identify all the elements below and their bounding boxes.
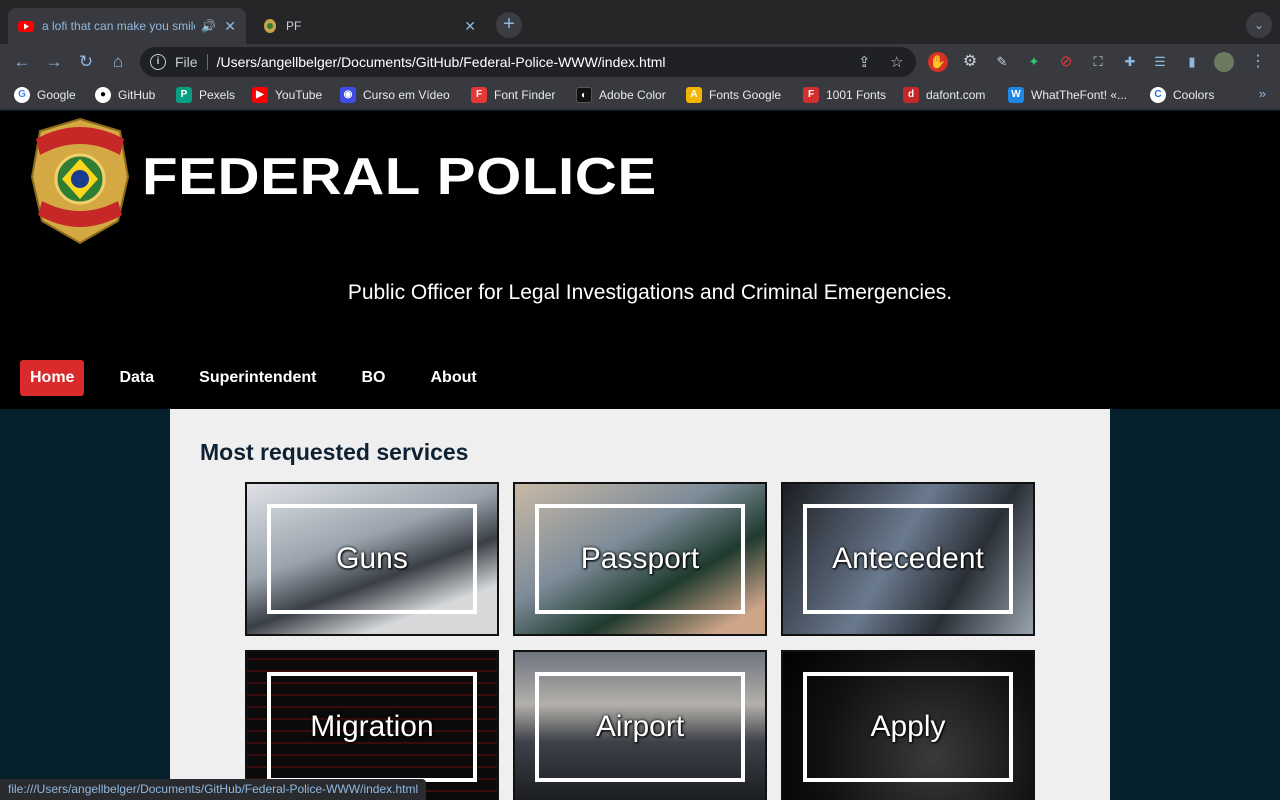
- bookmarks-bar: G Google ● GitHub P Pexels ▶ YouTube ◉ Curso …: [0, 80, 1280, 110]
- bookmark-fonts-google[interactable]: A Fonts Google: [686, 86, 781, 104]
- bookmark-label: YouTube: [275, 88, 323, 102]
- blocker-extension-icon[interactable]: ⊘: [1056, 52, 1076, 72]
- youtube-icon: ▶: [252, 87, 268, 103]
- url-scheme: File: [175, 54, 208, 70]
- github-icon: ●: [95, 87, 111, 103]
- main-nav: Home Data Superintendent BO About: [20, 360, 512, 396]
- more-bookmarks-icon[interactable]: »: [1259, 86, 1266, 101]
- bookmark-font-finder[interactable]: F Font Finder: [471, 86, 555, 104]
- share-icon[interactable]: ⇪: [858, 53, 871, 71]
- reload-icon[interactable]: ↻: [74, 50, 98, 74]
- service-card-guns[interactable]: Guns: [245, 482, 499, 636]
- bookmark-label: Font Finder: [494, 88, 556, 102]
- bookmark-adobe-color[interactable]: ◐ Adobe Color: [576, 86, 666, 104]
- web-page: FEDERAL POLICE Public Officer for Legal …: [0, 111, 1280, 800]
- bookmark-label: Google: [37, 88, 76, 102]
- gear-extension-icon[interactable]: ⚙: [960, 52, 980, 72]
- 1001-fonts-icon: F: [803, 87, 819, 103]
- bookmark-label: WhatTheFont! «...: [1031, 88, 1128, 102]
- home-icon[interactable]: ⌂: [106, 50, 130, 74]
- nav-home[interactable]: Home: [20, 360, 85, 396]
- profile-avatar[interactable]: [1214, 52, 1234, 72]
- card-label: Antecedent: [832, 542, 984, 575]
- bookmark-github[interactable]: ● GitHub: [95, 86, 155, 104]
- youtube-icon: [18, 21, 34, 32]
- bookmark-label: Fonts Google: [709, 88, 782, 102]
- police-badge-icon: [264, 19, 276, 33]
- font-finder-icon: F: [471, 87, 487, 103]
- site-title: FEDERAL POLICE: [142, 148, 657, 206]
- puzzle-extensions-icon[interactable]: ✚: [1120, 52, 1140, 72]
- nav-about[interactable]: About: [420, 360, 486, 396]
- bookmark-label: Coolors: [1173, 88, 1215, 102]
- pexels-icon: P: [176, 87, 192, 103]
- service-card-antecedent[interactable]: Antecedent: [781, 482, 1035, 636]
- url-text[interactable]: /Users/angellbelger/Documents/GitHub/Fed…: [217, 54, 666, 70]
- google-icon: G: [14, 87, 30, 103]
- bookmark-dafont[interactable]: d dafont.com: [903, 86, 985, 104]
- adblock-extension-icon[interactable]: ✋: [928, 52, 948, 72]
- service-card-passport[interactable]: Passport: [513, 482, 767, 636]
- whatthefont-icon: W: [1008, 87, 1024, 103]
- bookmark-youtube[interactable]: ▶ YouTube: [252, 86, 322, 104]
- bookmark-label: 1001 Fonts: [826, 88, 887, 102]
- services-section: Most requested services Guns Passport An…: [170, 409, 1110, 800]
- address-bar[interactable]: i File /Users/angellbelger/Documents/Git…: [140, 47, 916, 77]
- nav-data[interactable]: Data: [109, 360, 164, 396]
- coolors-icon: C: [1150, 87, 1166, 103]
- bookmark-pexels[interactable]: P Pexels: [176, 86, 235, 104]
- browser-toolbar: ← → ↻ ⌂ i File /Users/angellbelger/Docum…: [0, 44, 1280, 80]
- curso-em-video-icon: ◉: [340, 87, 356, 103]
- bookmark-google[interactable]: G Google: [14, 86, 76, 104]
- nav-bo[interactable]: BO: [351, 360, 395, 396]
- status-bar-url: file:///Users/angellbelger/Documents/Git…: [0, 779, 427, 800]
- eyedropper-extension-icon[interactable]: ✎: [992, 52, 1012, 72]
- bookmark-label: Pexels: [199, 88, 236, 102]
- bookmark-label: dafont.com: [926, 88, 986, 102]
- service-card-apply[interactable]: Apply: [781, 650, 1035, 800]
- card-label: Guns: [336, 542, 408, 575]
- new-tab-button[interactable]: +: [496, 12, 522, 38]
- bookmark-label: Curso em Vídeo: [363, 88, 450, 102]
- bookmark-coolors[interactable]: C Coolors: [1150, 86, 1214, 104]
- back-arrow-icon[interactable]: ←: [10, 50, 34, 74]
- kebab-menu-icon[interactable]: ⋮: [1248, 52, 1268, 72]
- nav-superintendent[interactable]: Superintendent: [189, 360, 326, 396]
- bookmark-label: GitHub: [118, 88, 156, 102]
- reading-list-icon[interactable]: ☰: [1150, 52, 1170, 72]
- fonts-google-icon: A: [686, 87, 702, 103]
- section-title: Most requested services: [200, 439, 469, 465]
- speaker-icon[interactable]: 🔊: [201, 19, 216, 33]
- tab-strip: a lofi that can make you smile 🔊 ✕ PF ✕ …: [0, 0, 1280, 44]
- screenshot-extension-icon[interactable]: ⛶: [1088, 52, 1108, 72]
- police-badge-logo: [30, 117, 130, 245]
- tab-search-chevron-icon[interactable]: ⌄: [1246, 12, 1272, 38]
- close-icon[interactable]: ✕: [224, 18, 236, 35]
- bookmark-curso-em-video[interactable]: ◉ Curso em Vídeo: [340, 86, 450, 104]
- bookmark-1001-fonts[interactable]: F 1001 Fonts: [803, 86, 886, 104]
- info-icon[interactable]: i: [150, 54, 166, 70]
- tab-youtube[interactable]: a lofi that can make you smile 🔊 ✕: [8, 8, 246, 44]
- card-label: Airport: [595, 710, 685, 743]
- adobe-color-icon: ◐: [576, 87, 592, 103]
- tab-pf[interactable]: PF ✕: [252, 8, 486, 44]
- bookmark-whatthefont[interactable]: W WhatTheFont! «...: [1008, 86, 1127, 104]
- bookmark-label: Adobe Color: [599, 88, 666, 102]
- card-label: Migration: [310, 710, 434, 743]
- site-tagline: Public Officer for Legal Investigations …: [347, 281, 953, 304]
- service-card-airport[interactable]: Airport: [513, 650, 767, 800]
- card-label: Apply: [870, 710, 946, 743]
- star-icon[interactable]: ☆: [890, 53, 903, 71]
- side-panel-icon[interactable]: ▮: [1182, 52, 1202, 72]
- dafont-icon: d: [903, 87, 919, 103]
- tab-title: a lofi that can make you smile: [42, 19, 196, 33]
- site-header: FEDERAL POLICE Public Officer for Legal …: [0, 111, 1280, 409]
- tab-title: PF: [286, 19, 302, 33]
- hummingbird-extension-icon[interactable]: ✦: [1024, 52, 1044, 72]
- close-icon[interactable]: ✕: [464, 18, 476, 35]
- card-label: Passport: [580, 542, 700, 575]
- forward-arrow-icon[interactable]: →: [42, 50, 66, 74]
- service-card-migration[interactable]: Migration: [245, 650, 499, 800]
